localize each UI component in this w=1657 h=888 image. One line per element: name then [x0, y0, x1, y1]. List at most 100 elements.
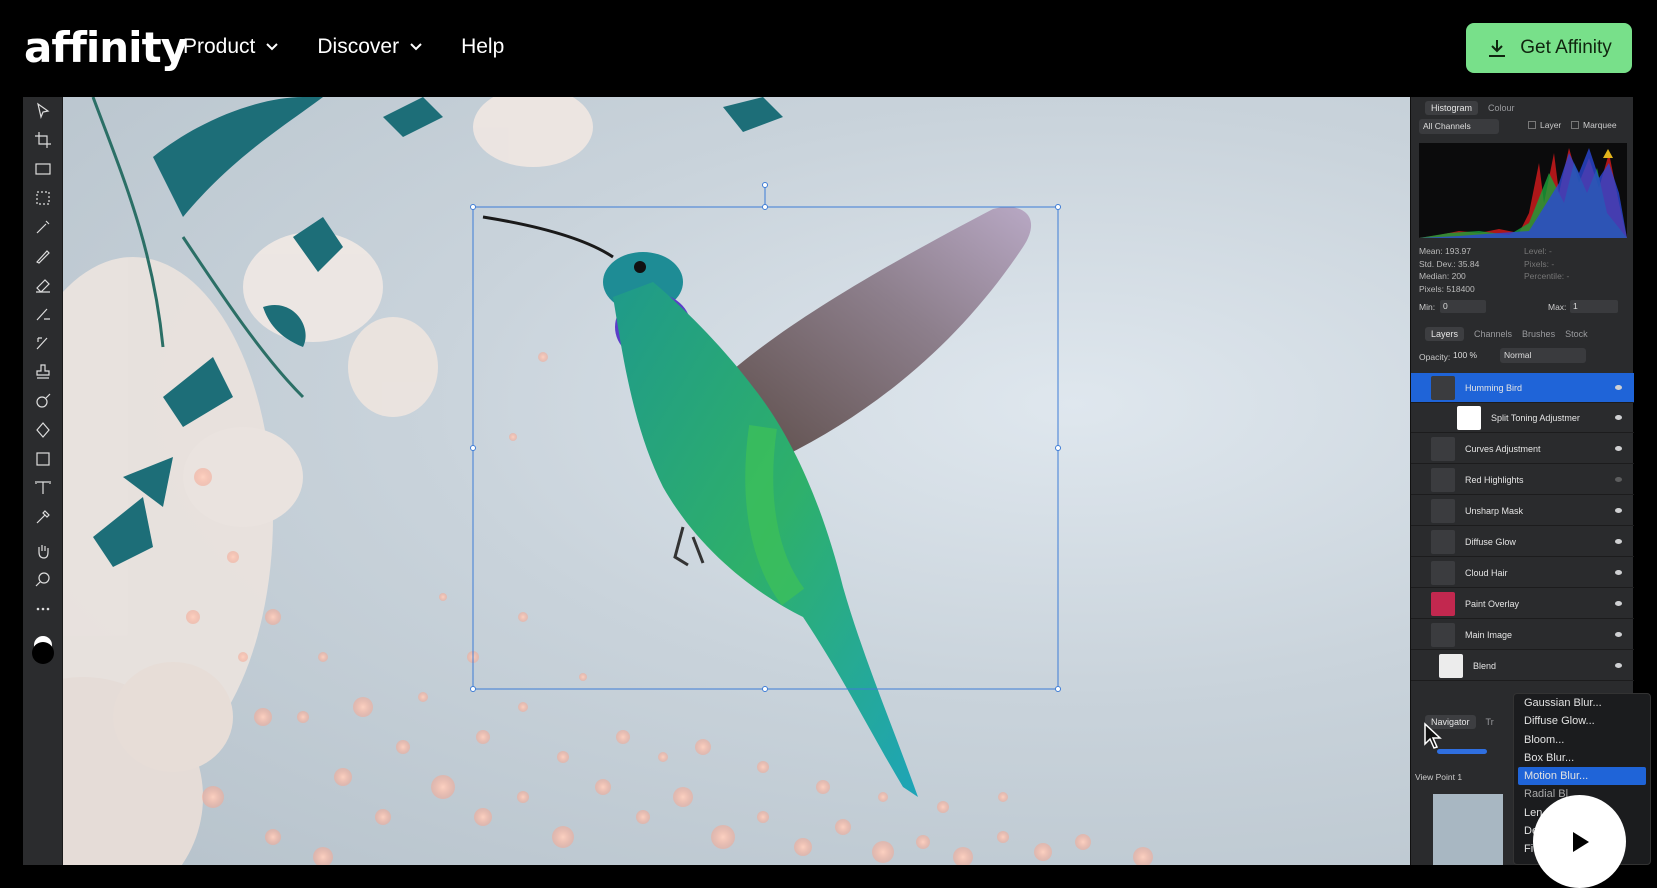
- nav-help[interactable]: Help: [461, 33, 504, 61]
- layer-row[interactable]: Split Toning Adjustmer: [1411, 403, 1634, 433]
- stat-level: Level: -: [1524, 246, 1552, 256]
- chevron-down-icon: [266, 43, 279, 51]
- zoom-tool-icon[interactable]: [31, 568, 55, 592]
- layer-thumbnail: [1431, 375, 1455, 400]
- tab-histogram[interactable]: Histogram: [1425, 101, 1479, 115]
- crop-tool-icon[interactable]: [31, 128, 55, 152]
- selection-brush-icon[interactable]: [31, 157, 55, 181]
- tools-panel: [23, 97, 63, 865]
- layer-thumbnail: [1431, 529, 1455, 554]
- layer-row[interactable]: Diffuse Glow: [1411, 527, 1634, 557]
- tab-stock[interactable]: Stock: [1565, 329, 1588, 339]
- min-label: Min:: [1419, 302, 1436, 312]
- layer-name: Red Highlights: [1465, 474, 1524, 485]
- text-tool-icon[interactable]: [31, 476, 55, 500]
- image-canvas[interactable]: [63, 97, 1410, 865]
- move-tool-icon[interactable]: [31, 99, 55, 123]
- marquee-tool-icon[interactable]: [31, 186, 55, 210]
- nav-product-label: Product: [183, 35, 256, 58]
- pen-tool-icon[interactable]: [31, 418, 55, 442]
- nav-discover-label: Discover: [317, 35, 400, 58]
- canvas-artwork: [63, 97, 1153, 865]
- layers-tabs: Layers Channels Brushes Stock: [1411, 324, 1588, 344]
- stat-stddev: Std. Dev.: 35.84: [1419, 258, 1480, 269]
- layer-thumbnail: [1431, 591, 1455, 616]
- menu-item-box-blur[interactable]: Box Blur...: [1514, 749, 1650, 767]
- paint-brush-icon[interactable]: [31, 244, 55, 268]
- nav-product[interactable]: Product: [183, 33, 279, 61]
- layer-row[interactable]: Red Highlights: [1411, 465, 1634, 495]
- viewpoint-label[interactable]: View Point 1: [1415, 772, 1462, 782]
- histogram-tabs: Histogram Colour: [1411, 97, 1633, 117]
- layer-name: Cloud Hair: [1465, 567, 1508, 578]
- tab-transform[interactable]: Tr: [1486, 717, 1494, 727]
- healing-brush-icon[interactable]: [31, 389, 55, 413]
- layer-thumbnail: [1457, 405, 1481, 430]
- dodge-brush-icon[interactable]: [31, 302, 55, 326]
- layer-name: Paint Overlay: [1465, 598, 1520, 609]
- layer-row[interactable]: Humming Bird: [1411, 373, 1634, 403]
- layer-thumbnail: [1431, 498, 1455, 523]
- layer-thumbnail: [1431, 622, 1455, 647]
- layer-row[interactable]: Paint Overlay: [1411, 589, 1634, 619]
- affinity-logo[interactable]: affinity: [24, 24, 188, 72]
- visibility-eye-icon[interactable]: [1615, 632, 1622, 637]
- rectangle-tool-icon[interactable]: [31, 447, 55, 471]
- visibility-eye-icon[interactable]: [1615, 477, 1622, 482]
- get-affinity-label: Get Affinity: [1520, 37, 1612, 58]
- visibility-eye-icon[interactable]: [1615, 663, 1622, 668]
- nav-help-label: Help: [461, 35, 505, 58]
- max-field[interactable]: 1: [1570, 300, 1618, 313]
- menu-item-diffuse-glow[interactable]: Diffuse Glow...: [1514, 712, 1650, 730]
- stat-pixels-right: Pixels: -: [1524, 258, 1555, 269]
- layer-name: Main Image: [1465, 629, 1513, 640]
- menu-item-bloom[interactable]: Bloom...: [1514, 731, 1650, 749]
- menu-item-gaussian-blur[interactable]: Gaussian Blur...: [1514, 694, 1650, 712]
- layer-row[interactable]: Blend: [1411, 651, 1634, 681]
- stat-percentile: Percentile: -: [1524, 271, 1570, 281]
- flood-select-icon[interactable]: [31, 215, 55, 239]
- tab-colour[interactable]: Colour: [1488, 103, 1515, 113]
- layer-name: Diffuse Glow: [1465, 536, 1516, 547]
- zoom-slider[interactable]: [1437, 749, 1487, 754]
- tab-layers[interactable]: Layers: [1425, 327, 1465, 341]
- hand-tool-icon[interactable]: [31, 539, 55, 563]
- visibility-eye-icon[interactable]: [1615, 446, 1622, 451]
- layer-name: Curves Adjustment: [1465, 443, 1541, 454]
- marquee-checkbox[interactable]: [1571, 121, 1579, 129]
- menu-item-motion-blur[interactable]: Motion Blur...: [1518, 767, 1646, 786]
- smudge-brush-icon[interactable]: [31, 331, 55, 355]
- layer-thumbnail: [1431, 436, 1455, 461]
- channels-select[interactable]: All Channels: [1419, 119, 1499, 134]
- layer-checkbox[interactable]: [1528, 121, 1536, 129]
- stat-mean: Mean: 193.97: [1419, 246, 1471, 256]
- color-swatch-icon[interactable]: [31, 635, 55, 669]
- visibility-eye-icon[interactable]: [1615, 385, 1622, 390]
- play-video-button[interactable]: [1533, 795, 1626, 888]
- tab-channels[interactable]: Channels: [1474, 329, 1512, 339]
- erase-brush-icon[interactable]: [31, 273, 55, 297]
- opacity-field[interactable]: 100 %: [1453, 350, 1491, 363]
- layer-row[interactable]: Cloud Hair: [1411, 558, 1634, 588]
- visibility-eye-icon[interactable]: [1615, 539, 1622, 544]
- visibility-eye-icon[interactable]: [1615, 601, 1622, 606]
- blend-mode-select[interactable]: Normal: [1500, 348, 1586, 363]
- opacity-label: Opacity:: [1419, 352, 1451, 362]
- layer-name: Blend: [1473, 660, 1497, 671]
- get-affinity-button[interactable]: Get Affinity: [1466, 23, 1632, 73]
- more-tools-icon[interactable]: [31, 597, 55, 621]
- clone-stamp-icon[interactable]: [31, 360, 55, 384]
- stat-median: Median: 200: [1419, 271, 1466, 281]
- layer-row[interactable]: Main Image: [1411, 620, 1634, 650]
- layer-row[interactable]: Unsharp Mask: [1411, 496, 1634, 526]
- color-picker-icon[interactable]: [31, 505, 55, 529]
- visibility-eye-icon[interactable]: [1615, 508, 1622, 513]
- navigator-preview[interactable]: [1433, 794, 1503, 865]
- min-field[interactable]: 0: [1440, 300, 1486, 313]
- tab-brushes[interactable]: Brushes: [1522, 329, 1555, 339]
- visibility-eye-icon[interactable]: [1615, 415, 1622, 420]
- layer-row[interactable]: Curves Adjustment: [1411, 434, 1634, 464]
- nav-discover[interactable]: Discover: [317, 33, 423, 61]
- visibility-eye-icon[interactable]: [1615, 570, 1622, 575]
- download-icon: [1489, 40, 1506, 57]
